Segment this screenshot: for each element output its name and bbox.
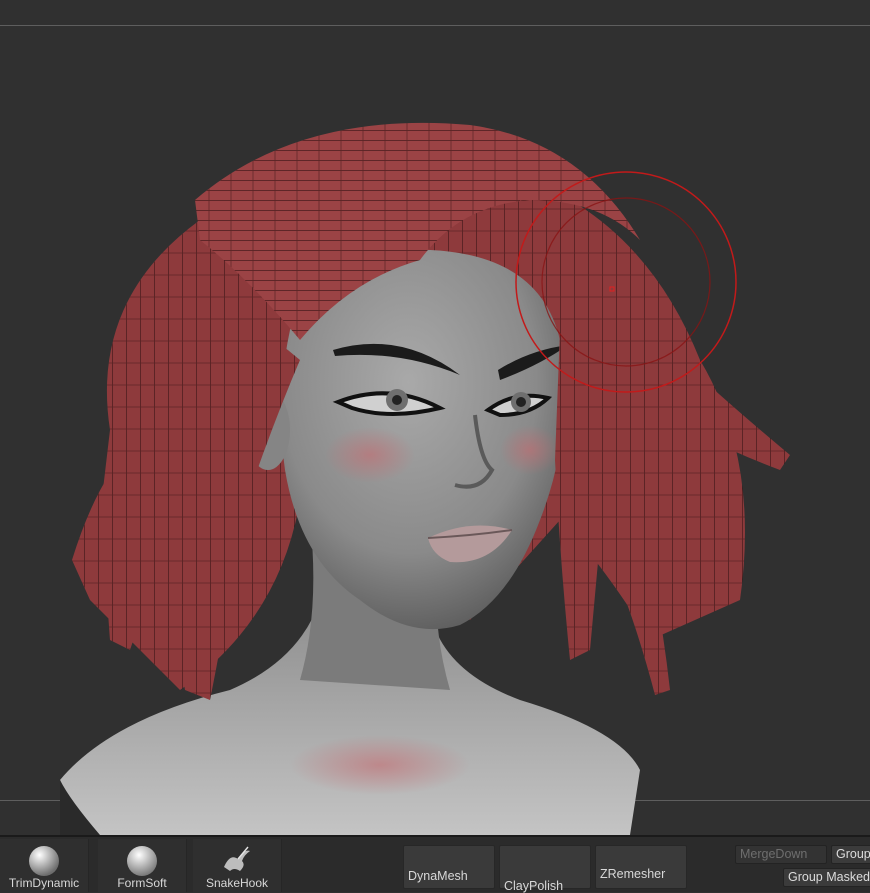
button-label: ZRemesher	[600, 867, 666, 881]
brush-label: TrimDynamic	[8, 876, 80, 890]
document-canvas[interactable]	[0, 0, 870, 835]
brush-label: SnakeHook	[205, 876, 269, 890]
sculpt-model[interactable]	[0, 0, 870, 835]
group-visible-button[interactable]: Group	[831, 845, 870, 864]
brush-snakehook[interactable]: SnakeHook	[193, 839, 282, 892]
zremesher-button[interactable]: ZRemesher	[595, 845, 687, 889]
brush-label: FormSoft	[117, 876, 167, 890]
bottom-shelf: TrimDynamic FormSoft SnakeHook DynaMesh …	[0, 835, 870, 893]
dynamesh-button[interactable]: DynaMesh	[403, 845, 495, 889]
sphere-brush-icon	[29, 846, 59, 876]
button-label: DynaMesh	[408, 869, 468, 883]
snakehook-brush-icon	[224, 846, 250, 871]
claypolish-button[interactable]: ClayPolish	[499, 845, 591, 893]
group-masked-button[interactable]: Group Masked	[783, 868, 870, 887]
sphere-brush-icon	[127, 846, 157, 876]
brush-trimdynamic[interactable]: TrimDynamic	[0, 839, 89, 892]
button-label: ClayPolish	[504, 879, 564, 893]
mergedown-button[interactable]: MergeDown	[735, 845, 827, 864]
brush-formsoft[interactable]: FormSoft	[98, 839, 187, 892]
